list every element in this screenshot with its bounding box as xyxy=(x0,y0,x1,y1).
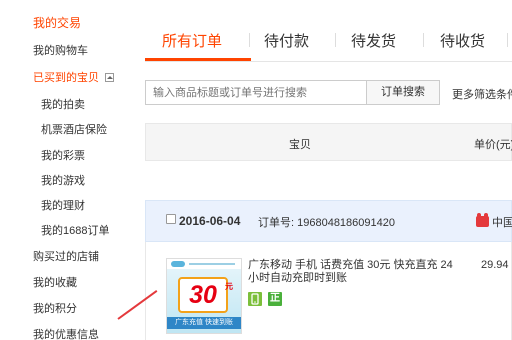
product-thumbnail[interactable]: 30 元 广东充值 快速到账 xyxy=(166,258,242,334)
more-filters-link[interactable]: 更多筛选条件 xyxy=(452,86,512,102)
order-header: 2016-06-04 订单号: 1968048186091420 中国移动 xyxy=(145,200,512,242)
sidebar: 我的交易 我的购物车 已买到的宝贝 我的拍卖 机票酒店保险 我的彩票 我的游戏 … xyxy=(0,0,132,340)
sidebar-item-bought-label: 已买到的宝贝 xyxy=(33,72,99,84)
sidebar-item-my-trade[interactable]: 我的交易 xyxy=(33,14,81,31)
china-mobile-logo xyxy=(167,259,241,269)
sidebar-item-games[interactable]: 我的游戏 xyxy=(41,172,85,188)
thumbnail-banner: 广东充值 快速到账 xyxy=(167,317,241,329)
order-search-input[interactable] xyxy=(145,80,367,105)
active-tab-underline xyxy=(145,58,251,61)
order-number: 订单号: 1968048186091420 xyxy=(258,217,395,229)
tab-pending-receipt[interactable]: 待收货 xyxy=(440,30,485,51)
sidebar-item-coupons[interactable]: 我的优惠信息 xyxy=(33,326,99,340)
sidebar-item-1688-orders[interactable]: 我的1688订单 xyxy=(41,222,109,238)
sidebar-item-cart[interactable]: 我的购物车 xyxy=(33,42,88,58)
thumbnail-amount: 30 xyxy=(178,277,228,313)
sidebar-item-lottery[interactable]: 我的彩票 xyxy=(41,147,85,163)
sidebar-item-points[interactable]: 我的积分 xyxy=(33,300,77,316)
collapse-toggle-icon[interactable] xyxy=(105,73,114,82)
sidebar-item-favorites[interactable]: 我的收藏 xyxy=(33,274,77,290)
tab-divider xyxy=(249,33,250,47)
unit-price: 29.94 xyxy=(481,259,509,271)
order-date: 2016-06-04 xyxy=(179,214,241,228)
order-search-button[interactable]: 订单搜索 xyxy=(366,80,440,105)
sidebar-item-finance[interactable]: 我的理财 xyxy=(41,197,85,213)
sidebar-item-stores-bought[interactable]: 购买过的店铺 xyxy=(33,248,99,264)
tab-divider xyxy=(507,33,508,47)
order-row: 30 元 广东充值 快速到账 广东移动 手机 话费充值 30元 快充直充 24小… xyxy=(145,242,512,340)
sidebar-item-auction[interactable]: 我的拍卖 xyxy=(41,96,85,112)
shop-name-link[interactable]: 中国移动 xyxy=(492,214,512,230)
genuine-badge: 正 xyxy=(268,292,282,306)
column-header-price: 单价(元) xyxy=(474,139,512,151)
tab-pending-payment[interactable]: 待付款 xyxy=(264,30,309,51)
table-header: 宝贝 单价(元) xyxy=(145,123,512,161)
column-header-item: 宝贝 xyxy=(289,139,311,151)
order-tabs: 所有订单 待付款 待发货 待收货 xyxy=(145,0,512,62)
tab-divider xyxy=(423,33,424,47)
tab-pending-shipment[interactable]: 待发货 xyxy=(351,30,396,51)
phone-badge-icon xyxy=(248,292,262,306)
sidebar-item-bought[interactable]: 已买到的宝贝 xyxy=(33,69,114,85)
product-title-link[interactable]: 广东移动 手机 话费充值 30元 快充直充 24小时自动充即时到账 xyxy=(248,259,458,285)
tab-divider xyxy=(335,33,336,47)
tab-all-orders[interactable]: 所有订单 xyxy=(162,30,222,51)
more-filters-label: 更多筛选条件 xyxy=(452,89,512,101)
order-checkbox[interactable] xyxy=(166,214,176,224)
sidebar-item-travel-insurance[interactable]: 机票酒店保险 xyxy=(41,121,107,137)
tmall-shop-icon xyxy=(476,213,489,227)
thumbnail-unit: 元 xyxy=(225,282,233,291)
